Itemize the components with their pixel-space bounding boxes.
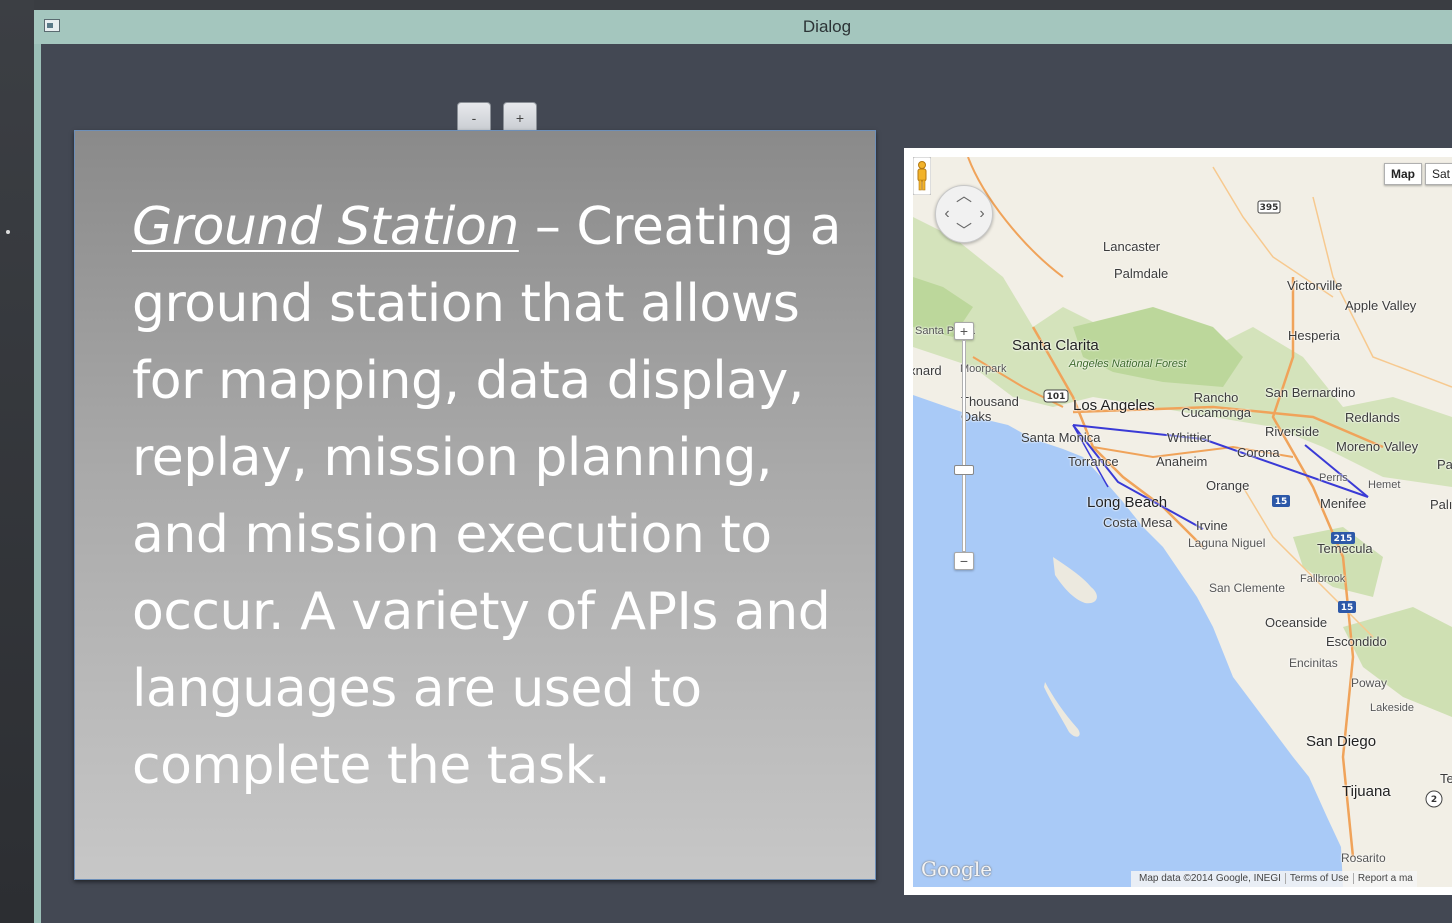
zoom-out-button[interactable]: - xyxy=(457,102,491,132)
map-zoom-out-button[interactable]: − xyxy=(954,552,974,570)
slide-preview: Ground Station – Creating a ground stati… xyxy=(74,130,876,880)
map-label-torrance: Torrance xyxy=(1068,454,1119,469)
map-label-oxnard: Oxnard xyxy=(913,363,942,378)
map-label-san-clemente: San Clemente xyxy=(1209,581,1286,595)
pan-right-icon[interactable]: › xyxy=(974,206,990,222)
slide-text: Ground Station – Creating a ground stati… xyxy=(132,189,862,805)
map-zoom-track[interactable] xyxy=(954,340,974,552)
map-label-anaheim: Anaheim xyxy=(1156,454,1208,469)
map-frame: 395 101 15 215 15 2 Lancaster Palmdale V… xyxy=(904,148,1452,895)
map-label-irvine: Irvine xyxy=(1196,518,1228,533)
map-label-tecate: Tec xyxy=(1440,771,1452,786)
map-label-lakeside: Lakeside xyxy=(1370,702,1415,714)
dialog-window: Dialog - + Ground Station – Creating a g… xyxy=(34,10,1452,923)
map-label-lancaster: Lancaster xyxy=(1103,239,1161,254)
pan-down-icon[interactable]: ﹀ xyxy=(956,224,972,240)
dialog-client-area: - + Ground Station – Creating a ground s… xyxy=(41,44,1452,923)
pan-up-icon[interactable]: ︿ xyxy=(956,189,972,205)
map-view[interactable]: 395 101 15 215 15 2 Lancaster Palmdale V… xyxy=(913,157,1452,887)
terms-of-use-link[interactable]: Terms of Use xyxy=(1284,873,1353,884)
map-label-hesperia: Hesperia xyxy=(1288,328,1341,343)
map-label-palm-east: Pal xyxy=(1437,457,1452,472)
map-label-riverside: Riverside xyxy=(1265,424,1320,439)
route-shield-101: 101 xyxy=(1047,392,1066,402)
map-label-angeles-forest: Angeles National Forest xyxy=(1069,358,1187,370)
map-label-santa-monica: Santa Monica xyxy=(1021,430,1101,445)
map-label-santa-clarita: Santa Clarita xyxy=(1012,337,1099,354)
map-label-moreno-valley: Moreno Valley xyxy=(1336,439,1419,454)
route-shield-15-north: 15 xyxy=(1275,497,1288,507)
map-label-oceanside: Oceanside xyxy=(1265,615,1328,630)
report-map-error-link[interactable]: Report a ma xyxy=(1352,873,1417,884)
map-label-perris: Perris xyxy=(1319,472,1348,484)
desktop-background xyxy=(0,0,34,923)
map-label-san-diego: San Diego xyxy=(1306,733,1377,750)
map-label-los-angeles: Los Angeles xyxy=(1073,397,1155,414)
map-label-encinitas: Encinitas xyxy=(1289,656,1338,670)
map-label-tijuana: Tijuana xyxy=(1342,783,1391,800)
map-label-palmdale: Palmdale xyxy=(1114,266,1169,281)
map-label-san-bernardino: San Bernardino xyxy=(1265,385,1356,400)
zoom-in-button[interactable]: + xyxy=(503,102,537,132)
map-label-long-beach: Long Beach xyxy=(1087,494,1168,511)
map-label-apple-valley: Apple Valley xyxy=(1345,298,1417,313)
pan-left-icon[interactable]: ‹ xyxy=(939,206,955,222)
map-label-poway: Poway xyxy=(1351,676,1388,690)
map-label-fallbrook: Fallbrook xyxy=(1300,573,1346,585)
map-label-escondido: Escondido xyxy=(1326,634,1387,649)
title-bar[interactable]: Dialog xyxy=(34,10,1452,44)
map-label-hemet: Hemet xyxy=(1368,479,1401,491)
map-label-corona: Corona xyxy=(1237,445,1280,460)
map-zoom-in-button[interactable]: + xyxy=(954,322,974,340)
map-label-rancho-cucamonga: Rancho Cucamonga xyxy=(1180,390,1252,420)
map-label-orange: Orange xyxy=(1206,478,1250,493)
map-label-rosarito: Rosarito xyxy=(1341,851,1386,865)
map-terrain: 395 101 15 215 15 2 xyxy=(913,157,1452,887)
desktop-bullet xyxy=(6,230,10,234)
map-label-whittier: Whittier xyxy=(1167,430,1212,445)
google-logo[interactable]: Google xyxy=(921,857,992,881)
map-attribution: Map data ©2014 Google, INEGI Terms of Use… xyxy=(1131,871,1417,887)
map-zoom-thumb[interactable] xyxy=(954,465,974,475)
map-label-palm-southeast: Palı xyxy=(1430,497,1452,512)
map-label-costa-mesa: Costa Mesa xyxy=(1103,515,1173,530)
map-label-redlands: Redlands xyxy=(1345,410,1400,425)
map-label-temecula: Temecula xyxy=(1317,541,1373,556)
map-type-satellite-button[interactable]: Sat xyxy=(1425,163,1452,185)
map-data-credit: Map data ©2014 Google, INEGI xyxy=(1139,873,1281,884)
map-label-menifee: Menifee xyxy=(1320,496,1367,511)
slide-body: – Creating a ground station that allows … xyxy=(132,197,841,796)
slide-heading: Ground Station xyxy=(132,197,519,257)
pan-control[interactable]: ︿ ﹀ ‹ › xyxy=(935,185,993,243)
map-type-map-button[interactable]: Map xyxy=(1384,163,1422,185)
route-shield-395: 395 xyxy=(1260,203,1279,213)
map-label-laguna-niguel: Laguna Niguel xyxy=(1188,536,1266,550)
route-shield-15-south: 15 xyxy=(1341,603,1354,613)
route-shield-2: 2 xyxy=(1431,795,1437,805)
map-zoom-slider[interactable]: + − xyxy=(954,322,974,570)
street-view-pegman-icon[interactable] xyxy=(913,157,931,195)
window-title: Dialog xyxy=(802,17,852,36)
map-label-victorville: Victorville xyxy=(1287,278,1343,293)
